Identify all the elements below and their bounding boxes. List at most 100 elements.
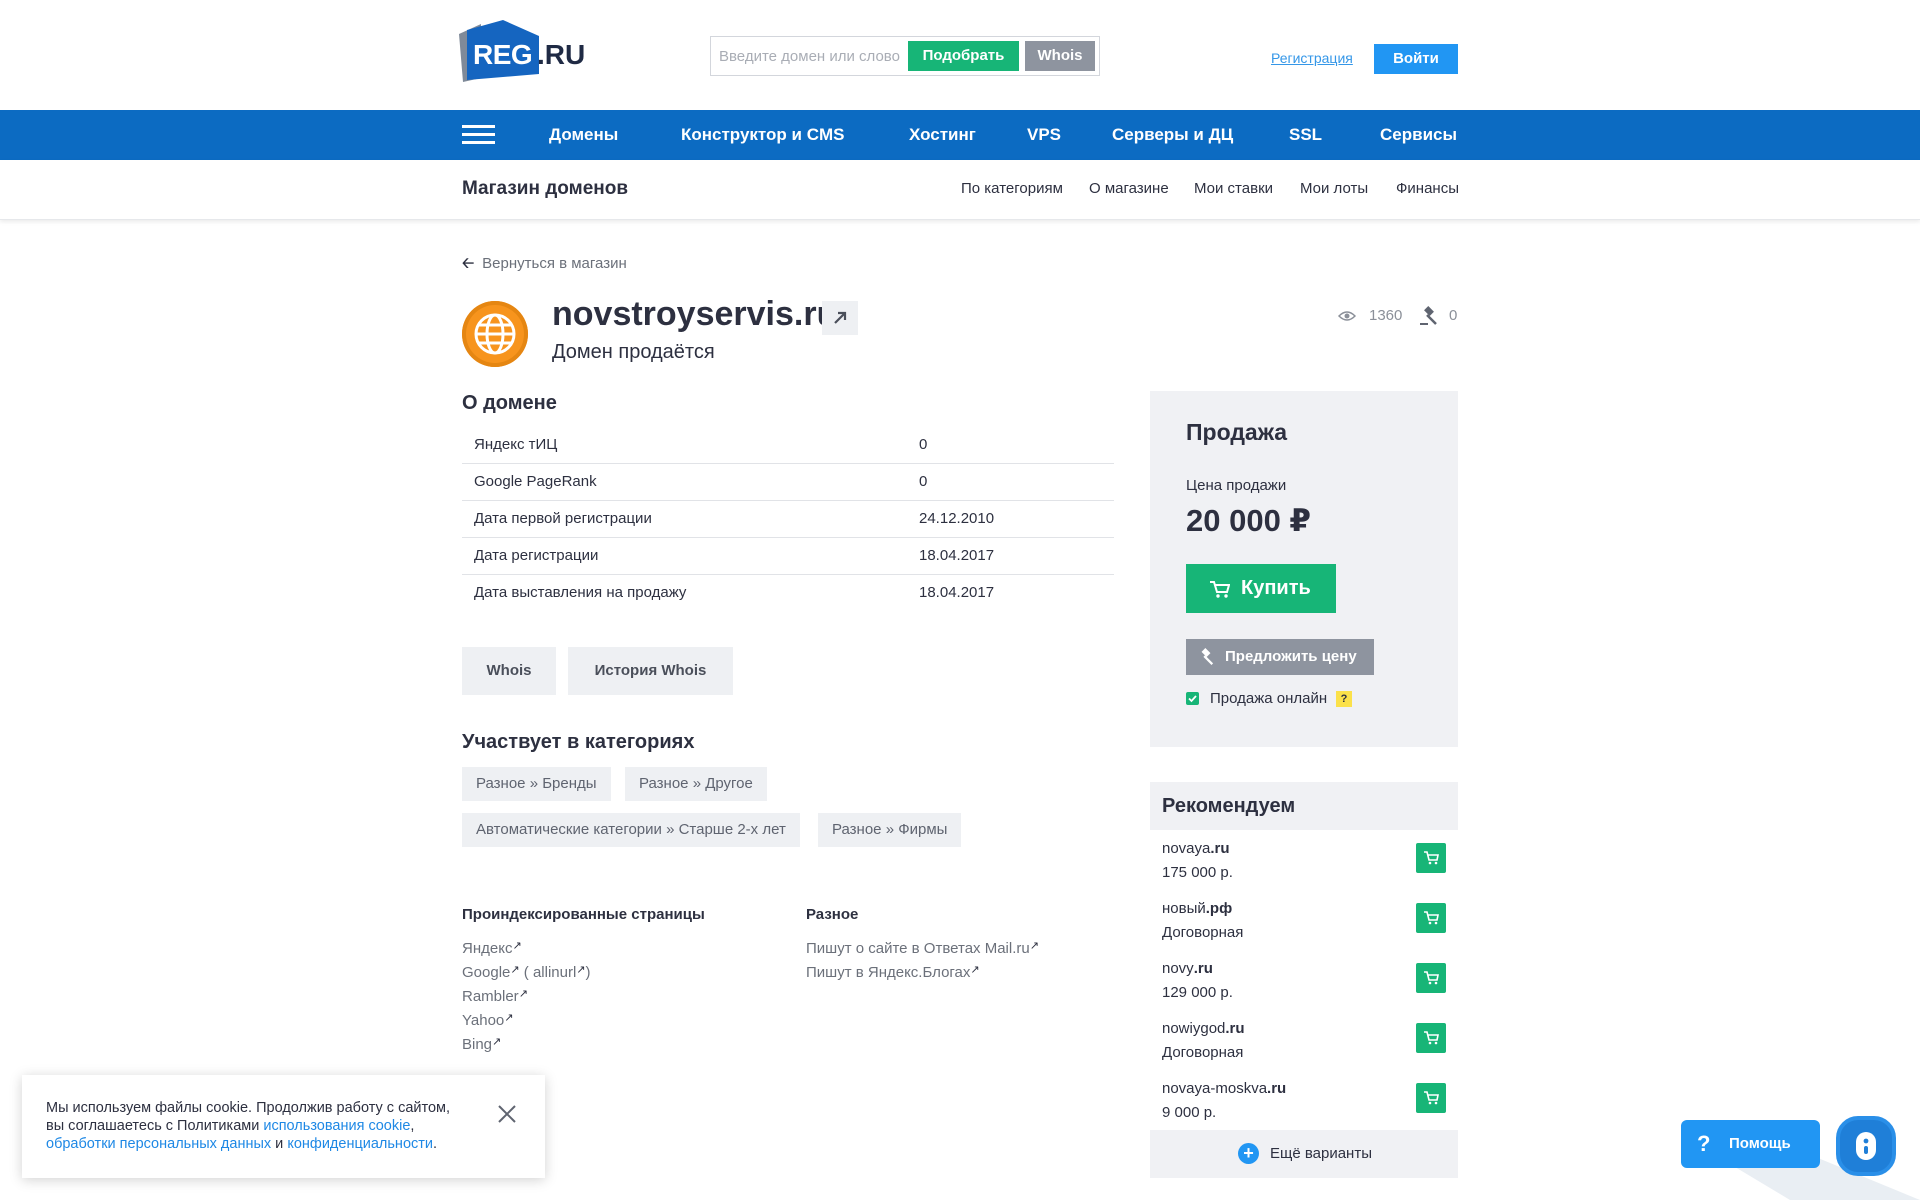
help-button[interactable]: ? Помощь bbox=[1681, 1120, 1820, 1168]
add-to-cart-button[interactable] bbox=[1416, 1023, 1446, 1053]
menu-icon[interactable] bbox=[462, 125, 495, 145]
cookie-line-3: обработки персональных данных и конфиден… bbox=[46, 1136, 437, 1152]
chat-icon bbox=[1856, 1132, 1876, 1160]
add-to-cart-button[interactable] bbox=[1416, 963, 1446, 993]
row-label: Дата регистрации bbox=[462, 537, 919, 575]
subnav-my-bids[interactable]: Мои ставки bbox=[1194, 180, 1273, 197]
plus-icon: + bbox=[1238, 1143, 1259, 1164]
link-label: Пишут в Яндекс.Блогах bbox=[806, 964, 971, 981]
row-label: Дата выставления на продажу bbox=[474, 584, 687, 602]
recommended-domain[interactable]: новый.рф bbox=[1162, 900, 1232, 917]
external-link-icon: ↗ bbox=[510, 964, 520, 976]
row-label: Дата первой регистрации bbox=[462, 500, 919, 538]
recommended-price: Договорная bbox=[1162, 924, 1244, 941]
row-value: 0 bbox=[919, 463, 1114, 501]
register-link[interactable]: Регистрация bbox=[1271, 50, 1353, 66]
row-value: 18.04.2017 bbox=[919, 584, 995, 602]
table-row: Google PageRank 0 bbox=[462, 463, 1114, 501]
recommended-price: Договорная bbox=[1162, 1044, 1244, 1061]
nav-item-servers[interactable]: Серверы и ДЦ bbox=[1112, 125, 1233, 145]
external-link-icon: ↗ bbox=[518, 988, 528, 1000]
online-sale-label: Продажа онлайн bbox=[1210, 690, 1328, 707]
cookie-and: и bbox=[271, 1136, 288, 1152]
domain-tld: .ru bbox=[1210, 840, 1230, 857]
subnav-title[interactable]: Магазин доменов bbox=[462, 178, 628, 200]
indexed-link-bing[interactable]: Bing↗ bbox=[462, 1035, 501, 1053]
category-tag[interactable]: Разное » Бренды bbox=[462, 767, 611, 801]
offer-label: Предложить цену bbox=[1225, 648, 1357, 665]
offer-price-button[interactable]: Предложить цену bbox=[1186, 639, 1374, 675]
indexed-title: Проиндексированные страницы bbox=[462, 906, 705, 923]
whois-history-button[interactable]: История Whois bbox=[568, 647, 733, 695]
login-button[interactable]: Войти bbox=[1374, 44, 1458, 74]
nav-item-services[interactable]: Сервисы bbox=[1380, 125, 1457, 145]
subnav-categories[interactable]: По категориям bbox=[961, 180, 1063, 197]
table-row: Дата первой регистрации 24.12.2010 bbox=[462, 500, 1114, 538]
row-value: 24.12.2010 bbox=[919, 500, 1114, 538]
whois-search-button[interactable]: Whois bbox=[1025, 41, 1095, 71]
buy-button[interactable]: Купить bbox=[1186, 564, 1336, 613]
whois-button[interactable]: Whois bbox=[462, 647, 556, 695]
add-to-cart-button[interactable] bbox=[1416, 1083, 1446, 1113]
nav-item-ssl[interactable]: SSL bbox=[1289, 125, 1322, 145]
indexed-link-google[interactable]: Google↗ bbox=[462, 964, 520, 981]
external-link-icon: ↗ bbox=[504, 1012, 514, 1024]
recommended-domain[interactable]: nowiygod.ru bbox=[1162, 1020, 1245, 1037]
categories-title: Участвует в категориях bbox=[462, 731, 695, 753]
sale-price: 20 000 ₽ bbox=[1186, 503, 1311, 538]
sale-title: Продажа bbox=[1186, 419, 1288, 445]
category-tag[interactable]: Автоматические категории » Старше 2-х ле… bbox=[462, 813, 800, 847]
cookie-policy-link[interactable]: использования cookie bbox=[263, 1118, 410, 1134]
domain-status: Домен продаётся bbox=[552, 341, 715, 363]
misc-link-mail[interactable]: Пишут о сайте в Ответах Mail.ru↗ bbox=[806, 939, 1039, 957]
row-value: 0 bbox=[919, 426, 1114, 464]
misc-link-blogs[interactable]: Пишут в Яндекс.Блогах↗ bbox=[806, 963, 980, 981]
domain-label: novy bbox=[1162, 960, 1194, 977]
table-row: Дата выставления на продажу 18.04.2017 bbox=[462, 574, 1114, 611]
nav-item-vps[interactable]: VPS bbox=[1027, 125, 1061, 145]
personal-data-link[interactable]: обработки персональных данных bbox=[46, 1136, 271, 1152]
recommended-domain[interactable]: novaya-moskva.ru bbox=[1162, 1080, 1286, 1097]
back-link-label: Вернуться в магазин bbox=[482, 255, 627, 272]
subnav-about[interactable]: О магазине bbox=[1089, 180, 1169, 197]
cart-icon bbox=[1424, 1091, 1439, 1105]
more-options-button[interactable]: + Ещё варианты bbox=[1150, 1130, 1458, 1178]
nav-item-hosting[interactable]: Хостинг bbox=[909, 125, 976, 145]
add-to-cart-button[interactable] bbox=[1416, 843, 1446, 873]
recommended-domain[interactable]: novaya.ru bbox=[1162, 840, 1230, 857]
logo-text: REG bbox=[473, 39, 533, 70]
add-to-cart-button[interactable] bbox=[1416, 903, 1446, 933]
online-sale-checkbox[interactable] bbox=[1186, 692, 1199, 705]
nav-item-constructor[interactable]: Конструктор и CMS bbox=[681, 125, 844, 145]
category-tag[interactable]: Разное » Фирмы bbox=[818, 813, 962, 847]
recommended-domain[interactable]: novy.ru bbox=[1162, 960, 1213, 977]
domain-label: новый bbox=[1162, 900, 1206, 917]
privacy-link[interactable]: конфиденциальности bbox=[287, 1136, 433, 1152]
buy-label: Купить bbox=[1241, 577, 1311, 599]
chat-button[interactable] bbox=[1836, 1116, 1896, 1176]
indexed-link-yahoo[interactable]: Yahoo↗ bbox=[462, 1011, 513, 1029]
nav-item-domains[interactable]: Домены bbox=[549, 125, 618, 145]
back-link[interactable]: 🡠 Вернуться в магазин bbox=[462, 253, 627, 278]
external-link-icon: ↗ bbox=[970, 964, 980, 976]
recommended-price: 175 000 р. bbox=[1162, 864, 1233, 881]
paren-close: ) bbox=[585, 964, 591, 981]
external-link-icon[interactable] bbox=[822, 301, 858, 335]
indexed-link-rambler[interactable]: Rambler↗ bbox=[462, 987, 528, 1005]
list-item: novaya-moskva.ru 9 000 р. bbox=[1150, 1074, 1458, 1134]
subnav-finance[interactable]: Финансы bbox=[1396, 180, 1459, 197]
question-icon[interactable]: ? bbox=[1336, 691, 1352, 707]
logo[interactable]: REG .RU bbox=[459, 20, 589, 82]
eye-icon bbox=[1338, 311, 1356, 321]
indexed-link-yandex[interactable]: Яндекс↗ bbox=[462, 939, 522, 957]
arrow-left-icon: 🡠 bbox=[462, 255, 475, 272]
help-label: Помощь bbox=[1729, 1135, 1791, 1152]
globe-icon bbox=[462, 301, 528, 367]
pick-button[interactable]: Подобрать bbox=[908, 41, 1019, 71]
subnav-my-lots[interactable]: Мои лоты bbox=[1300, 180, 1368, 197]
indexed-link-allinurl[interactable]: allinurl↗ bbox=[533, 964, 586, 981]
about-table: Яндекс тИЦ 0 Google PageRank 0 Дата первой… bbox=[462, 426, 1114, 611]
search-input[interactable] bbox=[719, 43, 909, 69]
category-tag[interactable]: Разное » Другое bbox=[625, 767, 767, 801]
close-icon[interactable] bbox=[496, 1103, 518, 1125]
